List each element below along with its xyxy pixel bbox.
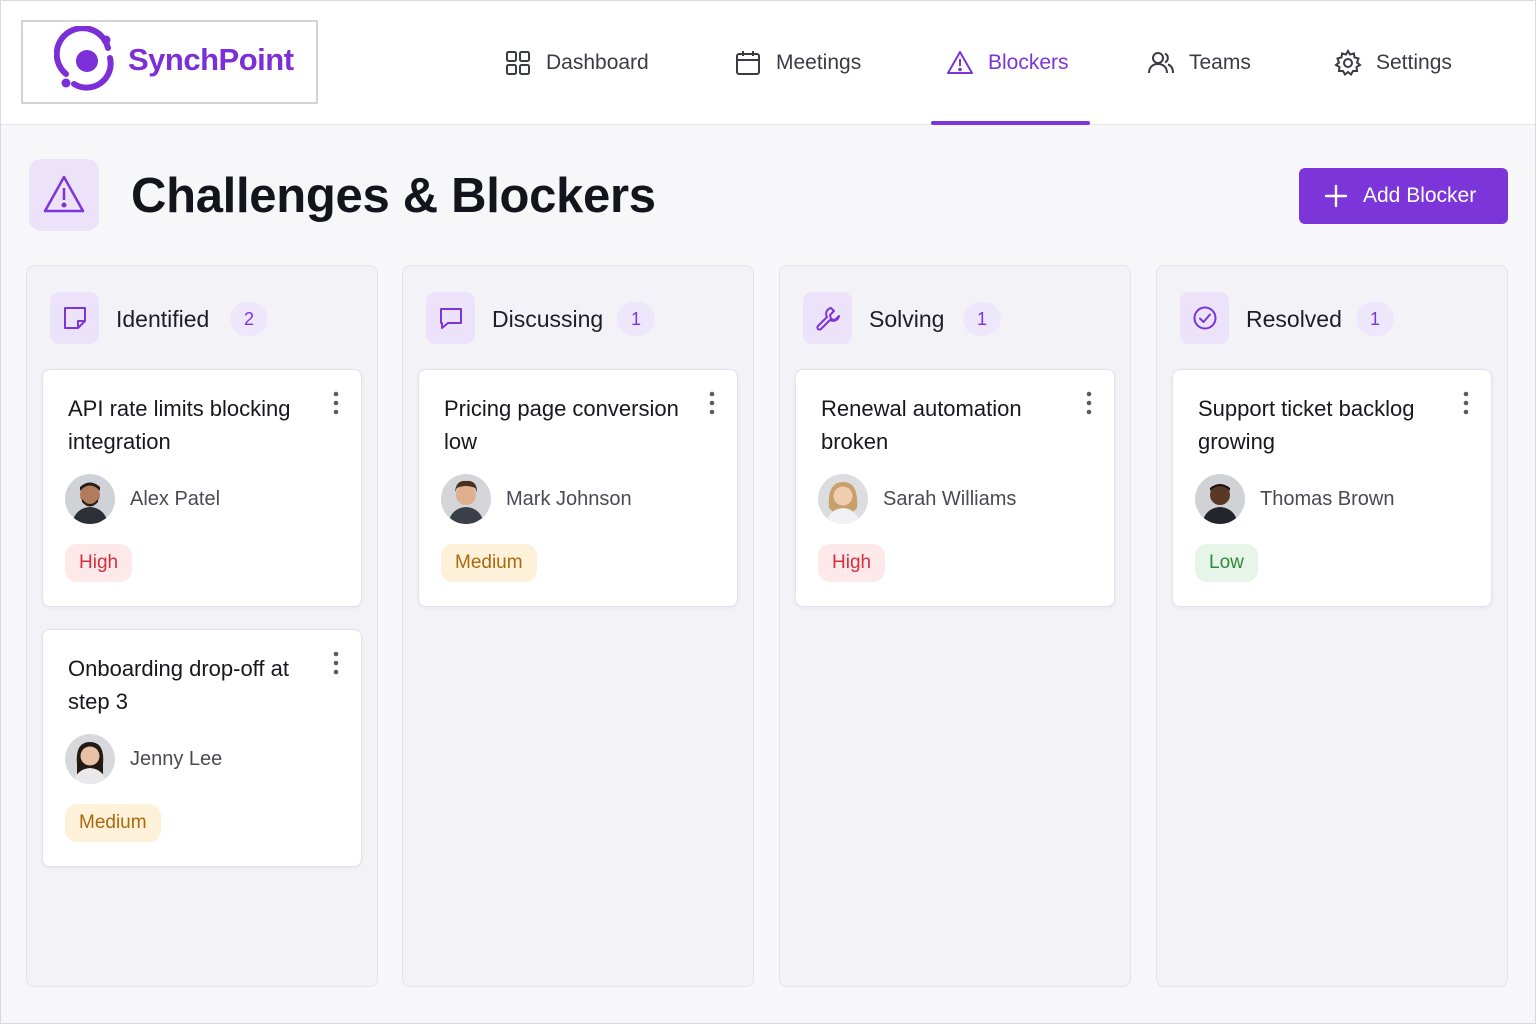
card-title: Support ticket backlog growing bbox=[1198, 396, 1415, 454]
card-title: Pricing page conversion low bbox=[444, 396, 679, 454]
column-solving: Solving 1 Renewal automation broken Sara… bbox=[779, 265, 1131, 987]
blocker-card[interactable]: Pricing page conversion low Mark Johnson… bbox=[418, 369, 738, 607]
blocker-card[interactable]: Onboarding drop-off at step 3 Jenny Lee … bbox=[42, 629, 362, 867]
blocker-card[interactable]: API rate limits blocking integration Ale… bbox=[42, 369, 362, 607]
column-title: Identified bbox=[116, 306, 210, 332]
column-resolved: Resolved 1 Support ticket backlog growin… bbox=[1156, 265, 1508, 987]
nav-settings[interactable]: Settings bbox=[1334, 1, 1452, 125]
avatar bbox=[441, 474, 491, 524]
page-title-icon bbox=[29, 159, 99, 231]
owner-name: Jenny Lee bbox=[130, 748, 223, 770]
column-title: Resolved bbox=[1246, 306, 1342, 332]
add-blocker-label: Add Blocker bbox=[1363, 184, 1477, 207]
blocker-card[interactable]: Renewal automation broken Sarah Williams… bbox=[795, 369, 1115, 607]
more-options-icon[interactable] bbox=[1457, 390, 1475, 418]
page-title: Challenges & Blockers bbox=[131, 169, 656, 223]
nav-label: Dashboard bbox=[546, 51, 649, 74]
priority-badge: Low bbox=[1195, 544, 1258, 582]
column-identified: Identified 2 API rate limits blocking in… bbox=[26, 265, 378, 987]
column-discussing: Discussing 1 Pricing page conversion low… bbox=[402, 265, 754, 987]
more-options-icon[interactable] bbox=[703, 390, 721, 418]
card-title: Onboarding drop-off at step 3 bbox=[68, 656, 289, 714]
grid-icon bbox=[506, 51, 530, 75]
nav-label: Teams bbox=[1189, 51, 1251, 74]
nav-label: Settings bbox=[1376, 51, 1452, 74]
column-icon bbox=[426, 292, 475, 344]
active-tab-indicator bbox=[931, 121, 1090, 125]
priority-badge: High bbox=[818, 544, 886, 582]
priority-badge: Medium bbox=[441, 544, 537, 582]
add-blocker-button[interactable]: Add Blocker bbox=[1299, 168, 1508, 224]
nav-label: Meetings bbox=[776, 51, 862, 74]
gear-icon bbox=[1334, 49, 1362, 77]
column-count-badge: 2 bbox=[230, 302, 268, 336]
nav-blockers[interactable]: Blockers bbox=[946, 1, 1069, 125]
avatar bbox=[818, 474, 868, 524]
more-options-icon[interactable] bbox=[327, 650, 345, 678]
avatar bbox=[1195, 474, 1245, 524]
check-circle-icon bbox=[1193, 306, 1216, 330]
nav-teams[interactable]: Teams bbox=[1147, 1, 1251, 125]
column-count-badge: 1 bbox=[963, 302, 1001, 336]
card-title: Renewal automation broken bbox=[821, 396, 1022, 454]
column-icon bbox=[1180, 292, 1229, 344]
calendar-icon bbox=[736, 51, 760, 75]
blocker-card[interactable]: Support ticket backlog growing Thomas Br… bbox=[1172, 369, 1492, 607]
priority-badge: Medium bbox=[65, 804, 161, 842]
more-options-icon[interactable] bbox=[1080, 390, 1098, 418]
column-icon bbox=[803, 292, 852, 344]
owner-name: Thomas Brown bbox=[1260, 488, 1395, 510]
synchpoint-logo-icon bbox=[54, 26, 114, 91]
wrench-icon bbox=[815, 307, 840, 331]
column-title: Solving bbox=[869, 306, 945, 332]
column-icon bbox=[50, 292, 99, 344]
priority-badge: High bbox=[65, 544, 133, 582]
more-options-icon[interactable] bbox=[327, 390, 345, 418]
avatar bbox=[65, 734, 115, 784]
owner-name: Sarah Williams bbox=[883, 488, 1017, 510]
owner-name: Alex Patel bbox=[130, 488, 221, 510]
column-title: Discussing bbox=[492, 306, 604, 332]
owner-name: Mark Johnson bbox=[506, 488, 632, 510]
app-name: SynchPoint bbox=[128, 42, 294, 77]
nav-meetings[interactable]: Meetings bbox=[734, 1, 861, 125]
top-navigation-bar: SynchPoint Dashboard Meetings Blockers T… bbox=[1, 1, 1535, 125]
card-title: API rate limits blocking integration bbox=[68, 396, 291, 454]
column-count-badge: 1 bbox=[1356, 302, 1394, 336]
plus-icon bbox=[1324, 184, 1348, 208]
nav-label: Blockers bbox=[988, 51, 1069, 74]
column-count-badge: 1 bbox=[617, 302, 655, 336]
chat-bubble-icon bbox=[439, 308, 462, 329]
avatar bbox=[65, 474, 115, 524]
warning-icon bbox=[43, 175, 85, 213]
warning-icon bbox=[947, 51, 973, 74]
users-icon bbox=[1148, 52, 1174, 74]
nav-dashboard[interactable]: Dashboard bbox=[504, 1, 649, 125]
logo[interactable]: SynchPoint bbox=[21, 20, 318, 104]
sticky-note-icon bbox=[63, 307, 86, 329]
